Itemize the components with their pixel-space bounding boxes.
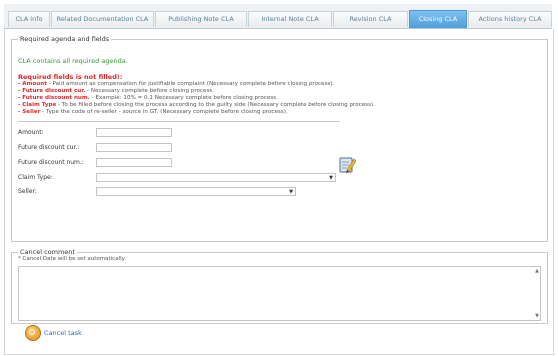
cancel-comment-textarea[interactable]: ▲ ▼ — [18, 266, 541, 321]
tab-internal-note[interactable]: Internal Note CLA — [248, 11, 332, 27]
future-discount-cur-input[interactable] — [96, 143, 172, 152]
cancel-task-button[interactable]: Cancel task — [25, 325, 82, 341]
missing-field: - Seller — [18, 109, 41, 115]
tab-actions-history[interactable]: Actions history CLA — [468, 11, 552, 27]
future-discount-num-label: Future discount num.: — [18, 159, 84, 166]
closing-panel: Required agenda and fields CLA contains … — [4, 29, 554, 355]
missing-field: - Claim Type — [18, 102, 57, 108]
missing-item: - Amount - Paid amount as compensation f… — [18, 81, 334, 87]
required-legend: Required agenda and fields — [18, 35, 112, 43]
cancel-fieldset: Cancel comment * Cancel Date will be set… — [11, 248, 548, 324]
missing-field: - Amount — [18, 81, 47, 87]
divider — [18, 121, 340, 122]
missing-item: - Seller - Type the code of re-seller - … — [18, 109, 288, 115]
cancel-task-label: Cancel task — [44, 329, 82, 337]
missing-text: - Example: 10% = 0.1 Necessary complete … — [89, 95, 278, 101]
missing-text: - To be filled before closing the proces… — [56, 102, 375, 108]
tab-related-documentation[interactable]: Related Documentation CLA — [51, 11, 154, 27]
seller-select[interactable]: ▼ — [96, 187, 296, 196]
missing-text: - Type the code of re-seller - source in… — [40, 109, 288, 115]
future-discount-num-input[interactable] — [96, 158, 172, 167]
cancel-circle-icon — [25, 325, 41, 341]
missing-title: Required fields is not filled!: — [18, 73, 123, 81]
claim-type-select[interactable]: ▼ — [96, 173, 336, 182]
chevron-down-icon: ▼ — [329, 175, 333, 181]
tab-closing[interactable]: Closing CLA — [409, 10, 467, 28]
seller-label: Seller: — [18, 188, 37, 195]
amount-input[interactable] — [96, 128, 172, 137]
missing-text: - Paid amount as compensation for justif… — [46, 81, 335, 87]
tab-revision[interactable]: Revision CLA — [333, 11, 408, 27]
chevron-down-icon: ▼ — [289, 189, 293, 195]
cancel-date-note: * Cancel Date will be set automatically. — [18, 256, 126, 262]
missing-text: - Necessary complete before closing proc… — [85, 88, 215, 94]
future-discount-cur-label: Future discount cur.: — [18, 144, 80, 151]
scroll-down-icon[interactable]: ▼ — [535, 313, 539, 319]
edit-document-icon[interactable] — [338, 155, 356, 174]
tab-publishing-note[interactable]: Publishing Note CLA — [155, 11, 247, 27]
claim-type-label: Claim Type: — [18, 174, 53, 181]
missing-item: - Claim Type - To be filled before closi… — [18, 102, 375, 108]
tab-bar: CLA info Related Documentation CLA Publi… — [4, 4, 552, 29]
missing-item: - Future discount num. - Example: 10% = … — [18, 95, 278, 101]
tab-cla-info[interactable]: CLA info — [8, 11, 50, 27]
missing-field: - Future discount cur. — [18, 88, 86, 94]
missing-item: - Future discount cur. - Necessary compl… — [18, 88, 214, 94]
cancel-legend: Cancel comment — [18, 248, 77, 256]
required-fieldset: Required agenda and fields CLA contains … — [11, 35, 548, 242]
missing-field: - Future discount num. — [18, 95, 90, 101]
amount-label: Amount: — [18, 129, 44, 136]
agenda-status: CLA contains all required agenda. — [18, 57, 128, 65]
scroll-up-icon[interactable]: ▲ — [535, 268, 539, 274]
